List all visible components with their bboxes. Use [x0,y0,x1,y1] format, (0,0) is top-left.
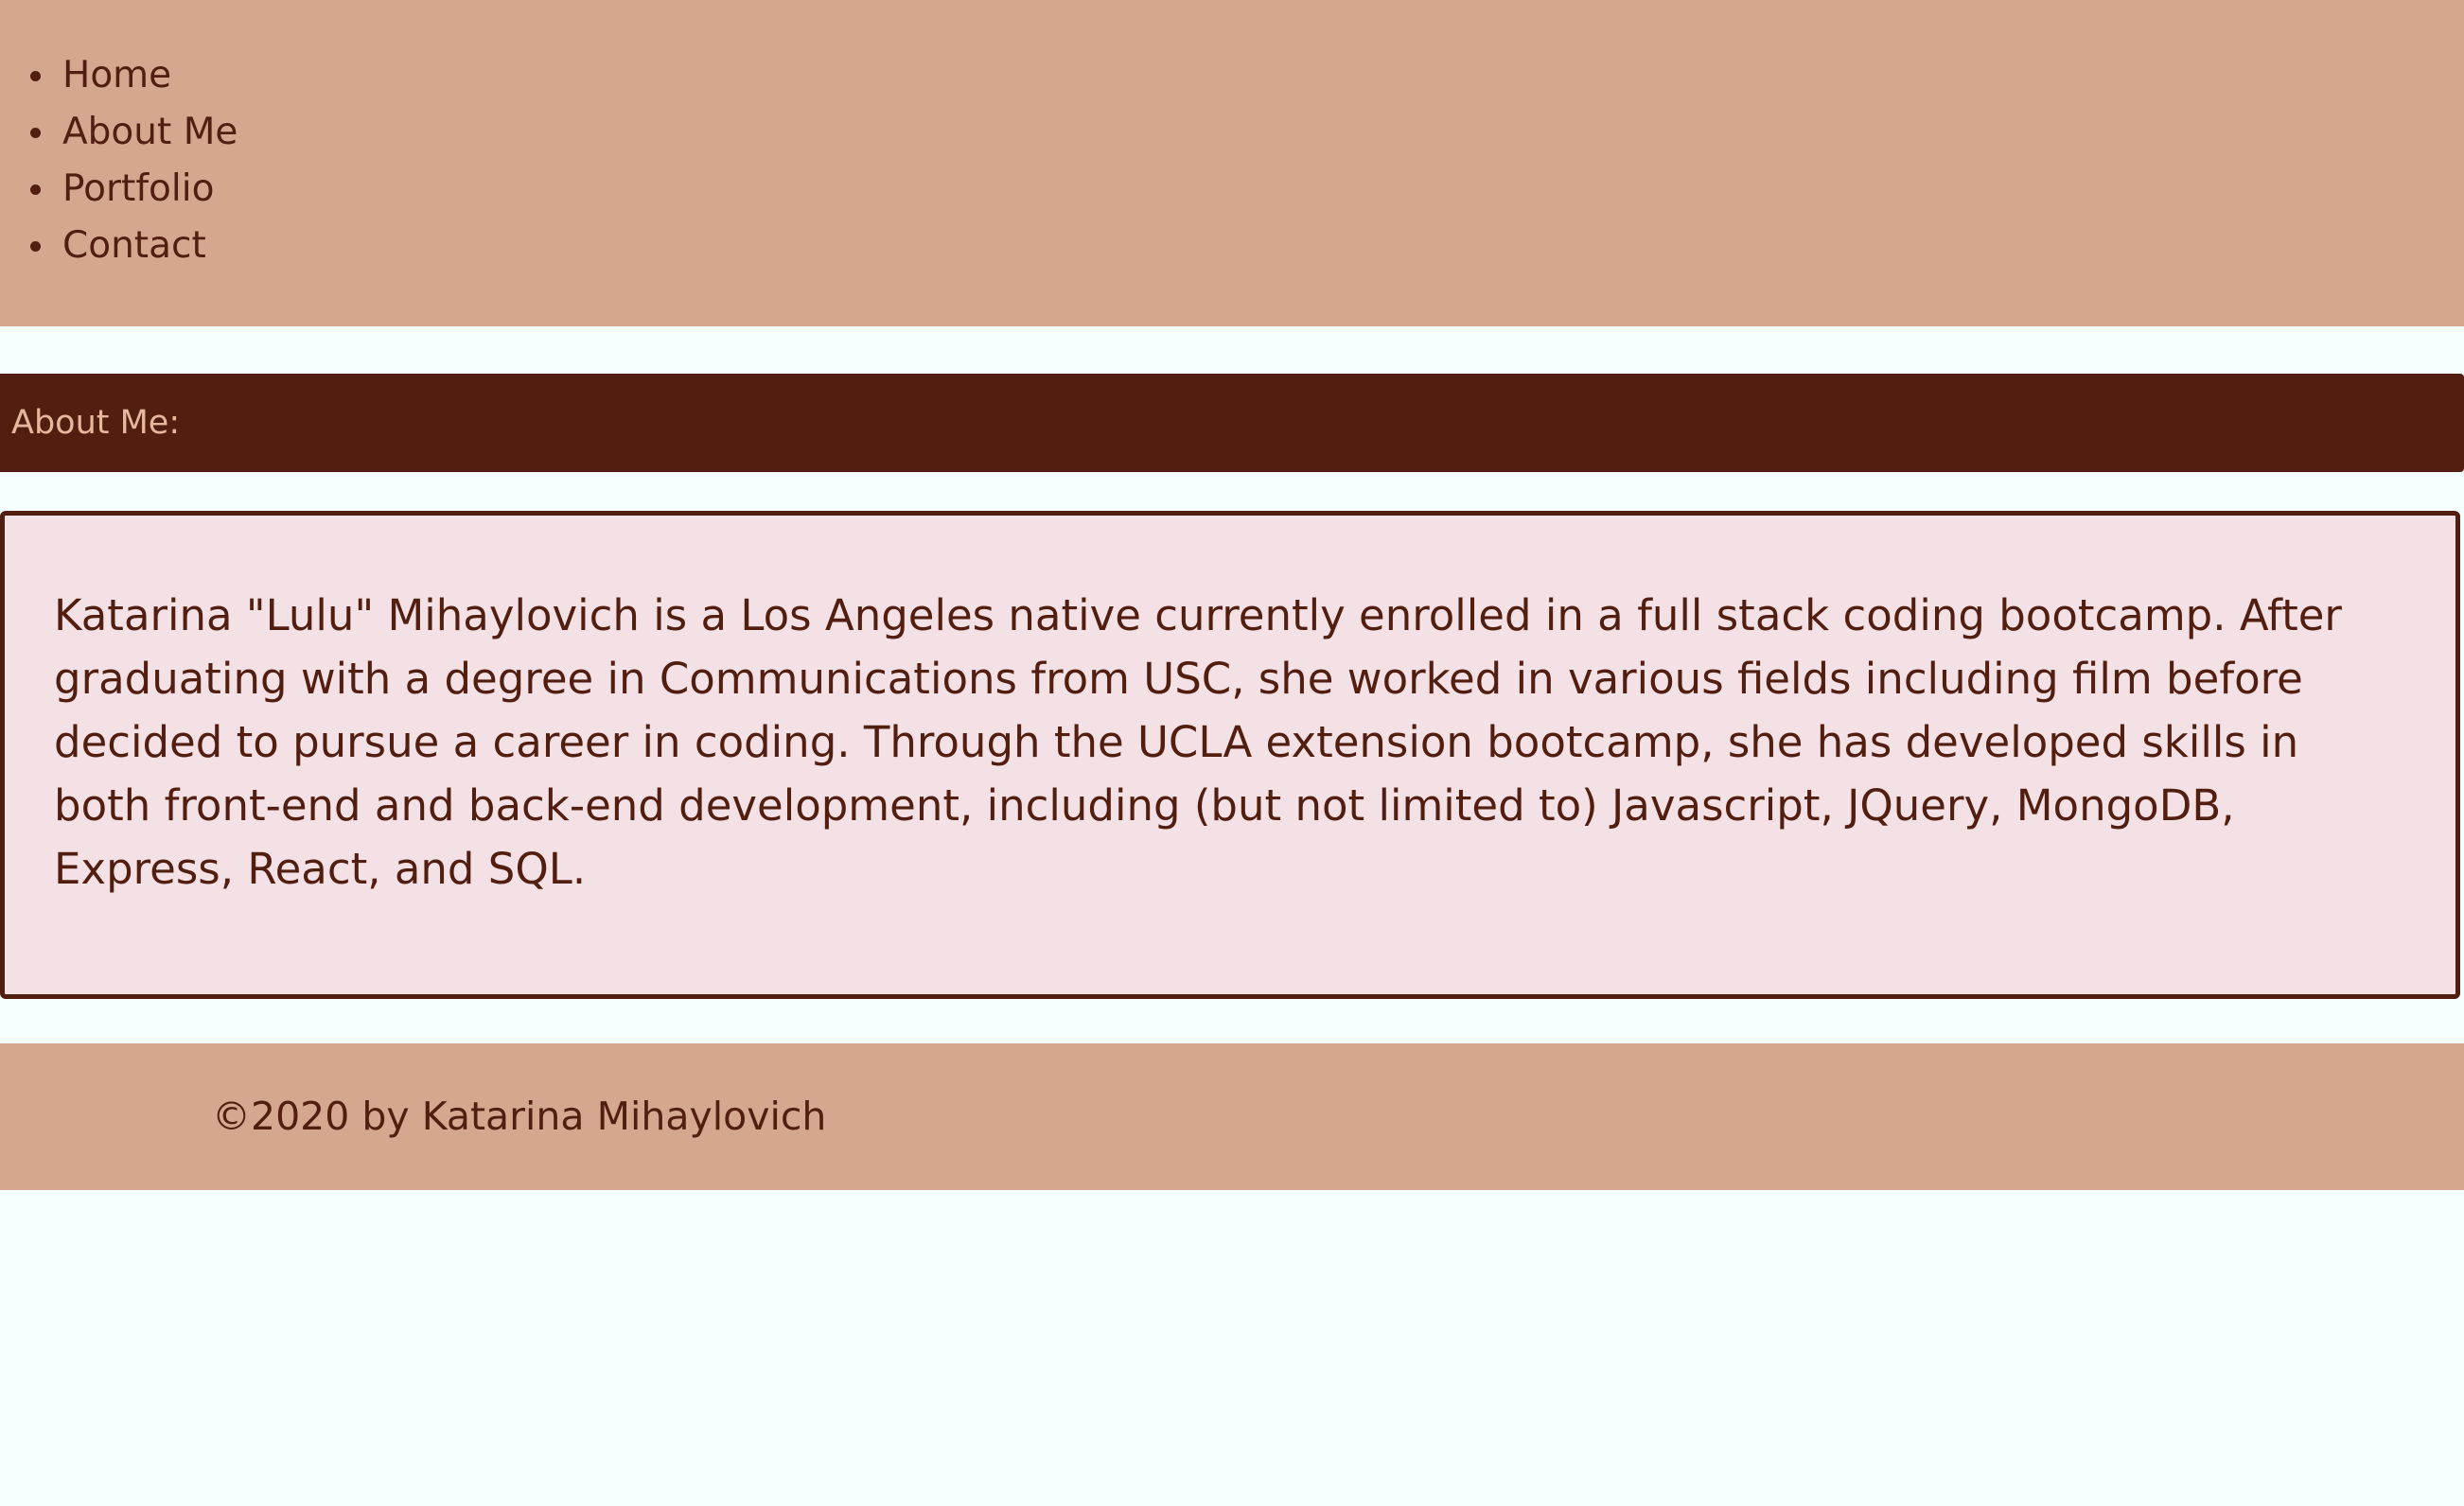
bullet-icon [30,184,41,195]
nav-item-contact: Contact [26,218,238,274]
nav-item-home: Home [26,47,238,104]
about-box: Katarina "Lulu" Mihaylovich is a Los Ang… [0,511,2460,999]
nav-link-contact[interactable]: Contact [62,224,206,267]
nav-item-portfolio: Portfolio [26,161,238,218]
nav-item-about: About Me [26,104,238,161]
about-text: Katarina "Lulu" Mihaylovich is a Los Ang… [54,590,2342,894]
nav-link-portfolio[interactable]: Portfolio [62,167,214,210]
nav-link-about[interactable]: About Me [62,111,238,153]
bullet-icon [30,71,41,81]
copyright-text: ©2020 by Katarina Mihaylovich [212,1094,827,1139]
top-nav: Home About Me Portfolio Contact [0,0,2464,326]
bullet-icon [30,241,41,252]
nav-list: Home About Me Portfolio Contact [26,47,238,274]
section-header: About Me: [0,374,2464,472]
footer: ©2020 by Katarina Mihaylovich [0,1043,2464,1190]
section-title: About Me: [11,404,181,442]
nav-link-home[interactable]: Home [62,54,171,96]
bullet-icon [30,128,41,138]
